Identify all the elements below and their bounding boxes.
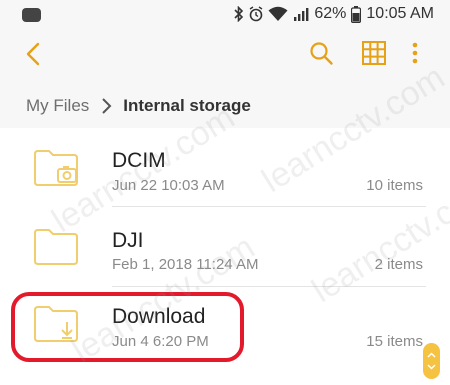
battery-icon [351, 5, 362, 23]
item-count: 10 items [366, 177, 423, 194]
more-options-icon[interactable] [408, 40, 422, 66]
status-icons: 62% 10:05 AM [234, 5, 434, 23]
file-date: Jun 22 10:03 AM [112, 177, 225, 194]
divider [112, 286, 426, 287]
clock: 10:05 AM [366, 5, 434, 22]
item-count: 15 items [366, 333, 423, 350]
item-count: 2 items [374, 256, 423, 273]
chevron-down-icon [427, 364, 436, 370]
divider [112, 206, 426, 207]
file-name: DJI [112, 229, 144, 252]
battery-percent: 62% [314, 5, 347, 22]
breadcrumb: My Files Internal storage [26, 93, 251, 119]
list-item-dji[interactable]: DJI Feb 1, 2018 11:24 AM 2 items [0, 208, 450, 286]
app-bar [0, 30, 450, 80]
bluetooth-icon [234, 6, 244, 22]
back-icon[interactable] [20, 40, 48, 68]
breadcrumb-internal-storage: Internal storage [123, 96, 251, 115]
file-date: Feb 1, 2018 11:24 AM [112, 256, 259, 273]
breadcrumb-my-files[interactable]: My Files [26, 96, 89, 116]
alarm-icon [249, 6, 263, 22]
camera-folder-icon [34, 150, 78, 186]
list-item-dcim[interactable]: DCIM Jun 22 10:03 AM 10 items [0, 128, 450, 206]
highlight-annotation [11, 292, 244, 362]
search-icon[interactable] [308, 40, 334, 66]
file-name: DCIM [112, 149, 166, 172]
chevron-right-icon [102, 98, 112, 114]
signal-icon [294, 8, 309, 21]
folder-icon [34, 229, 78, 265]
status-bar: 62% 10:05 AM [0, 0, 450, 30]
grid-view-icon[interactable] [361, 40, 387, 66]
wifi-icon [268, 6, 288, 21]
chevron-up-icon [427, 352, 436, 358]
fast-scroll-handle[interactable] [423, 343, 440, 379]
notification-icon [22, 8, 41, 22]
